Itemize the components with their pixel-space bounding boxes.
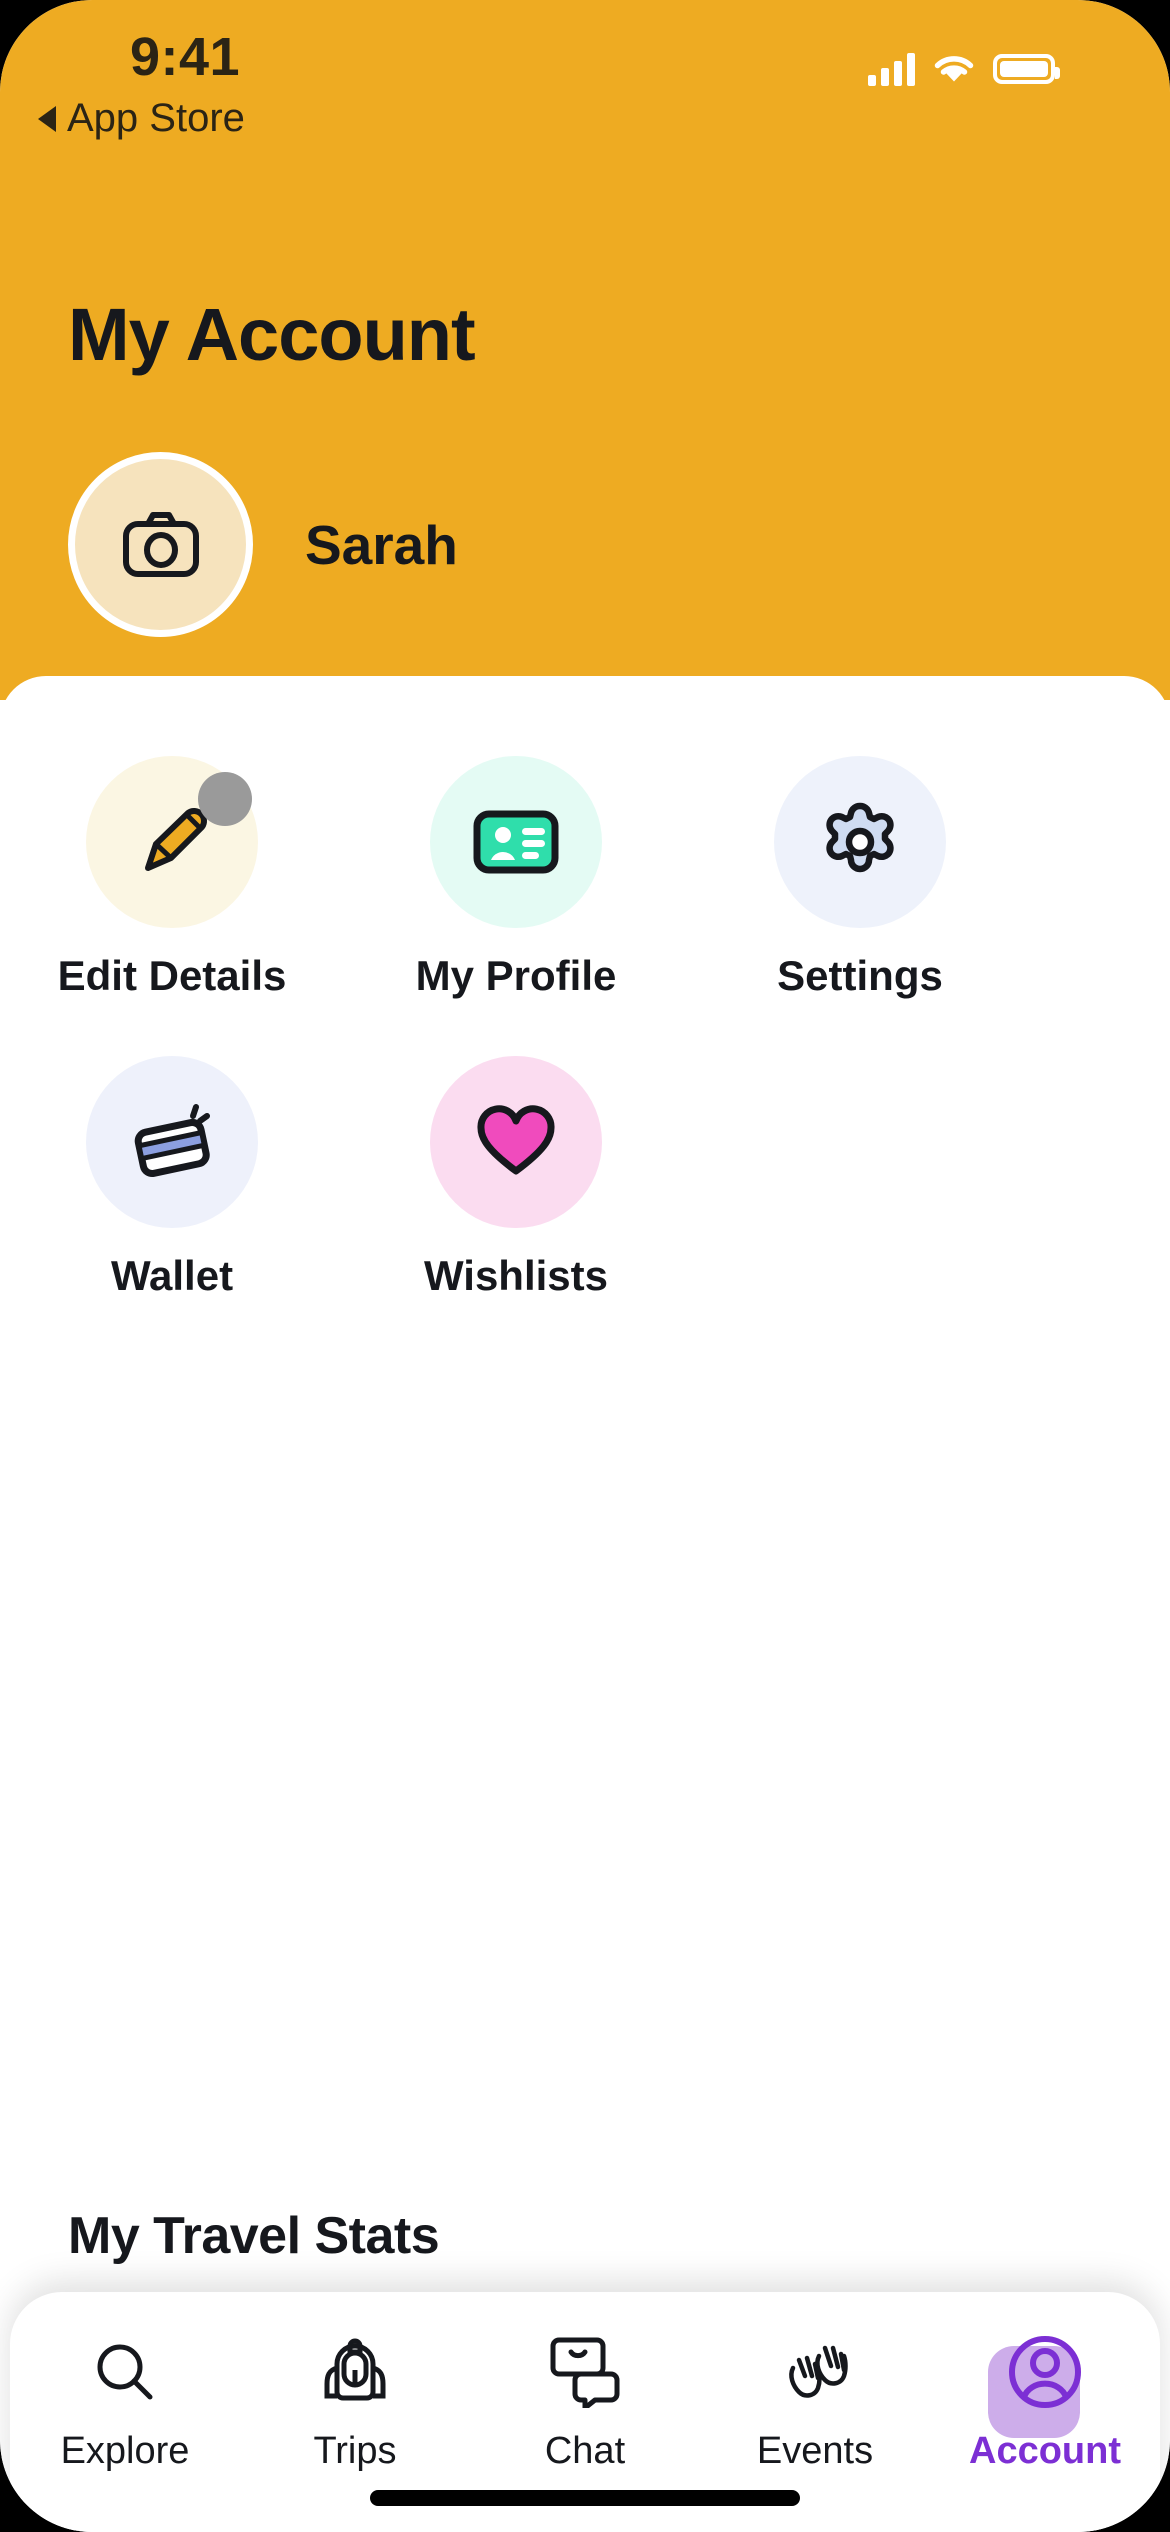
tab-explore-icon-wrap — [90, 2330, 160, 2414]
shortcut-row-1: Edit Details My Profile Settings — [0, 756, 1170, 1000]
status-bar-time: 9:41 — [130, 27, 241, 87]
wifi-icon — [934, 56, 974, 82]
back-link-label: App Store — [67, 96, 245, 140]
my-profile-icon-circle — [430, 756, 602, 928]
chat-bubbles-icon — [550, 2337, 620, 2408]
battery-full-icon — [993, 54, 1060, 84]
tab-label: Trips — [313, 2430, 397, 2472]
credit-card-icon — [134, 1104, 210, 1177]
search-icon — [97, 2344, 153, 2400]
status-bar-indicators — [868, 52, 1060, 86]
camera-icon — [122, 511, 199, 577]
waving-hands-icon — [789, 2345, 848, 2398]
tab-label: Explore — [60, 2430, 190, 2472]
edit-details-icon-circle — [86, 756, 258, 928]
tab-events-icon-wrap — [775, 2330, 855, 2414]
account-header: 9:41 App Store My Account Sarah — [0, 0, 1170, 700]
edit-details-badge — [198, 772, 252, 826]
content-sheet: Edit Details My Profile Settings Wallet … — [0, 676, 1170, 2532]
shortcut-wallet[interactable]: Wallet — [0, 1056, 344, 1300]
tab-account[interactable]: Account — [930, 2330, 1160, 2473]
shortcut-label: Edit Details — [57, 952, 287, 999]
gear-icon — [826, 802, 894, 873]
tab-chat[interactable]: Chat — [470, 2330, 700, 2473]
shortcut-grid: Edit Details My Profile Settings Wallet … — [0, 756, 1170, 1356]
backpack-icon — [324, 2338, 386, 2401]
shortcut-row-2: Wallet Wishlists — [0, 1056, 1170, 1300]
shortcut-empty-slot — [688, 1056, 1032, 1300]
page-title: My Account — [68, 293, 476, 376]
shortcut-label: Wallet — [110, 1252, 234, 1299]
user-circle-icon — [1009, 2336, 1081, 2408]
home-indicator[interactable] — [370, 2490, 800, 2506]
shortcut-my-profile[interactable]: My Profile — [344, 756, 688, 1000]
heart-icon — [477, 1105, 555, 1175]
id-card-icon — [473, 810, 559, 874]
user-name: Sarah — [305, 513, 458, 576]
settings-icon-circle — [774, 756, 946, 928]
travel-stats-title: My Travel Stats — [68, 2207, 440, 2265]
tab-chat-icon-wrap — [547, 2330, 623, 2414]
tab-events[interactable]: Events — [700, 2330, 930, 2473]
profile-summary: Sarah — [68, 452, 458, 637]
shortcut-label: My Profile — [415, 952, 617, 999]
phone-screen: 9:41 App Store My Account Sarah Edit Det… — [0, 0, 1170, 2532]
tab-label: Events — [756, 2430, 874, 2472]
cellular-signal-icon — [868, 52, 915, 86]
shortcut-settings[interactable]: Settings — [688, 756, 1032, 1000]
shortcut-label: Wishlists — [424, 1252, 608, 1299]
tab-trips-icon-wrap — [319, 2330, 391, 2414]
tab-trips[interactable]: Trips — [240, 2330, 470, 2473]
shortcut-label: Settings — [777, 952, 943, 999]
tab-label: Chat — [544, 2430, 626, 2472]
avatar[interactable] — [68, 452, 253, 637]
back-to-app-store-link[interactable]: App Store — [38, 96, 245, 141]
tab-explore[interactable]: Explore — [10, 2330, 240, 2473]
triangle-left-icon — [38, 105, 56, 132]
shortcut-edit-details[interactable]: Edit Details — [0, 756, 344, 1000]
wishlists-icon-circle — [430, 1056, 602, 1228]
status-bar: 9:41 App Store — [0, 0, 1170, 150]
wallet-icon-circle — [86, 1056, 258, 1228]
shortcut-wishlists[interactable]: Wishlists — [344, 1056, 688, 1300]
tab-account-icon-wrap — [988, 2330, 1084, 2438]
